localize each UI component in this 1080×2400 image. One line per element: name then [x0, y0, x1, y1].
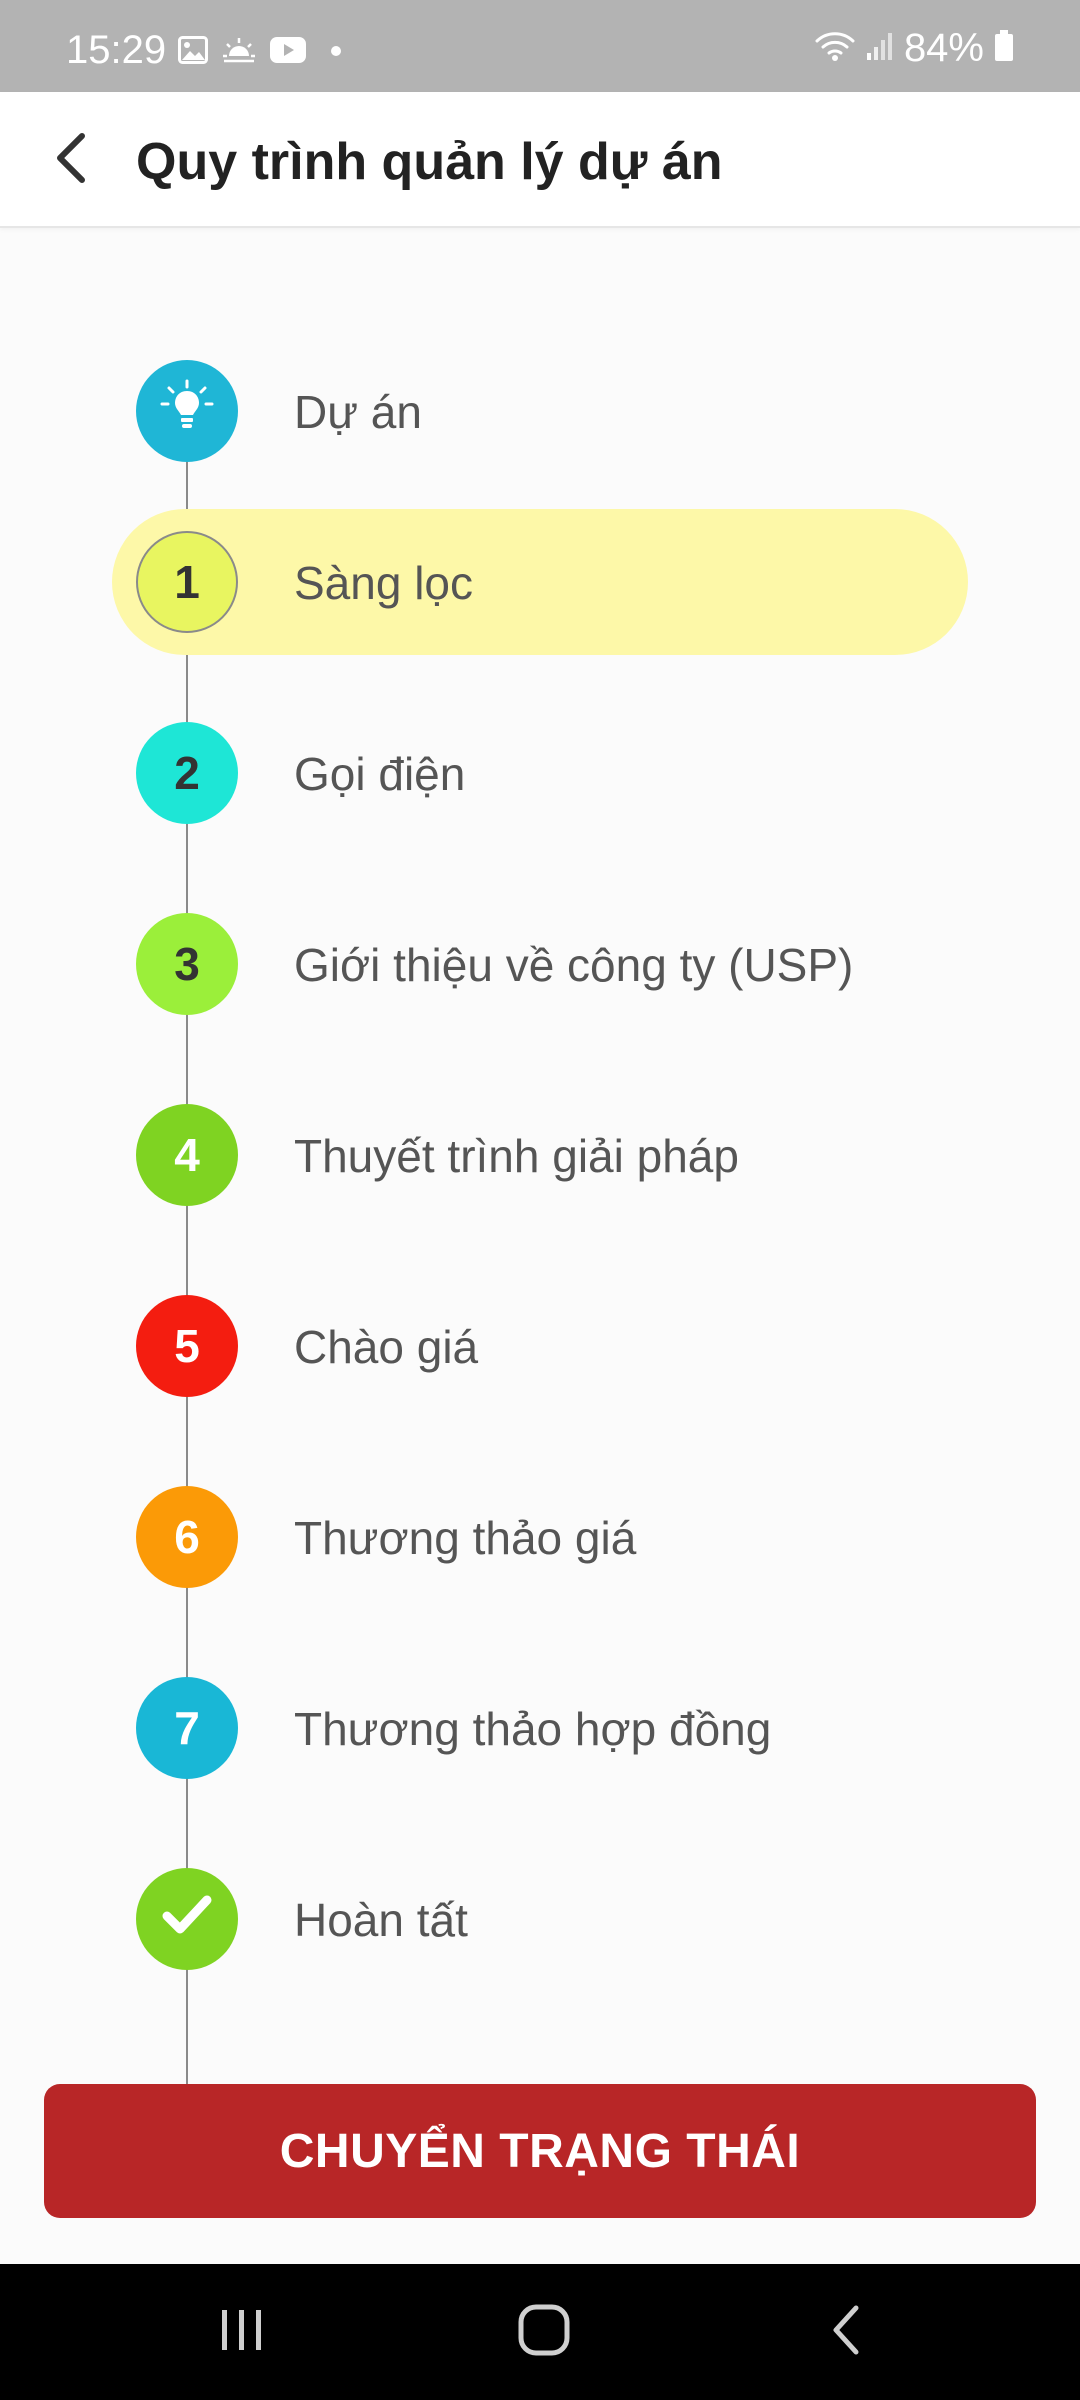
recents-icon	[216, 2306, 268, 2359]
back-button[interactable]	[40, 128, 104, 192]
status-time: 15:29	[66, 28, 167, 72]
battery-percent: 84%	[903, 26, 984, 70]
step-screening[interactable]: 1 Sàng lọc	[0, 509, 1080, 655]
app-bar: Quy trình quản lý dự án	[0, 92, 1080, 228]
change-status-button[interactable]: CHUYỂN TRẠNG THÁI	[44, 2084, 1036, 2218]
dot-icon	[330, 44, 342, 62]
active-step-highlight	[112, 509, 968, 655]
system-nav-bar	[0, 2264, 1080, 2400]
chevron-left-icon	[50, 130, 94, 191]
step-company-intro[interactable]: 3 Giới thiệu về công ty (USP)	[0, 891, 1080, 1037]
status-bar: 15:29 84%	[0, 0, 1080, 92]
step-label: Thương thảo giá	[294, 1512, 637, 1564]
step-marker: 1	[136, 531, 238, 633]
recents-button[interactable]	[192, 2294, 292, 2370]
lightbulb-icon	[159, 378, 215, 445]
workflow-timeline: Dự án 1 Sàng lọc 2 Gọi điện 3 Giới thiệu…	[0, 228, 1080, 2153]
step-quotation[interactable]: 5 Chào giá	[0, 1273, 1080, 1419]
checkmark-icon	[161, 1892, 213, 1947]
status-notification-icons	[178, 36, 342, 69]
signal-icon	[866, 31, 894, 66]
step-label: Thương thảo hợp đồng	[294, 1703, 772, 1755]
weather-icon	[222, 36, 256, 69]
step-label: Gọi điện	[294, 748, 466, 800]
step-label: Giới thiệu về công ty (USP)	[294, 939, 854, 991]
step-marker	[136, 1868, 238, 1970]
back-icon	[826, 2302, 866, 2363]
step-contract-negotiation[interactable]: 7 Thương thảo hợp đồng	[0, 1655, 1080, 1801]
step-label: Hoàn tất	[294, 1894, 468, 1946]
step-marker: 3	[136, 913, 238, 1015]
home-button[interactable]	[494, 2294, 594, 2370]
step-label: Chào giá	[294, 1321, 479, 1373]
step-marker: 2	[136, 722, 238, 824]
step-price-negotiation[interactable]: 6 Thương thảo giá	[0, 1464, 1080, 1610]
youtube-icon	[270, 37, 306, 68]
step-label: Thuyết trình giải pháp	[294, 1130, 739, 1182]
wifi-icon	[814, 30, 856, 67]
image-icon	[178, 36, 208, 69]
step-complete[interactable]: Hoàn tất	[0, 1846, 1080, 1992]
step-marker: 5	[136, 1295, 238, 1397]
step-marker	[136, 360, 238, 462]
step-project[interactable]: Dự án	[0, 338, 1080, 484]
step-marker: 7	[136, 1677, 238, 1779]
nav-back-button[interactable]	[796, 2294, 896, 2370]
status-system-icons: 84%	[814, 28, 1014, 68]
step-marker: 4	[136, 1104, 238, 1206]
step-marker: 6	[136, 1486, 238, 1588]
step-call[interactable]: 2 Gọi điện	[0, 700, 1080, 846]
battery-icon	[994, 29, 1014, 67]
step-label: Dự án	[294, 386, 422, 438]
page-title: Quy trình quản lý dự án	[136, 133, 723, 191]
step-label: Sàng lọc	[294, 557, 474, 609]
home-icon	[516, 2302, 572, 2363]
step-solution-presentation[interactable]: 4 Thuyết trình giải pháp	[0, 1082, 1080, 1228]
